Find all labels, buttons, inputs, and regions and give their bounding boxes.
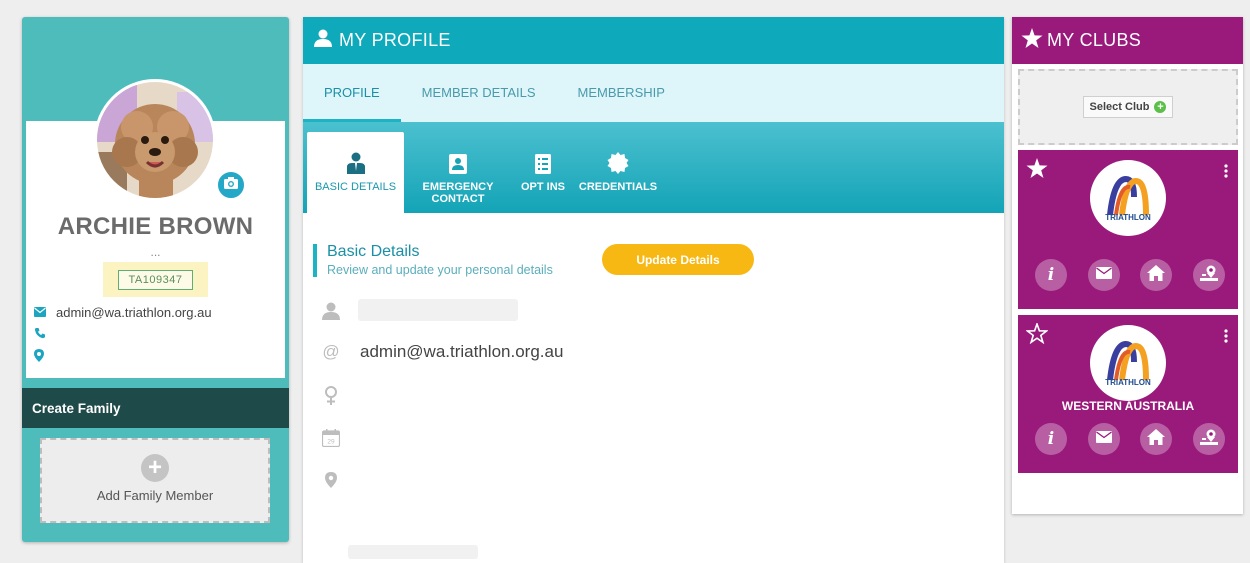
club-logo-text: TRIATHLON [1105, 212, 1151, 222]
subtab-emergency-contact[interactable]: EMERGENCY CONTACT [416, 132, 500, 213]
club-email-button[interactable] [1087, 259, 1120, 291]
tab-member-details[interactable]: MEMBER DETAILS [401, 64, 557, 122]
svg-text:29: 29 [327, 439, 335, 446]
info-icon: i [1047, 265, 1055, 285]
section-subtitle: Review and update your personal details [327, 263, 553, 277]
my-profile-header: MY PROFILE [303, 17, 1004, 64]
calendar-icon: 29 [319, 429, 343, 447]
change-photo-button[interactable] [215, 169, 247, 201]
triathlon-logo-icon [1107, 175, 1149, 215]
triathlon-logo-icon [1107, 340, 1149, 380]
member-id-highlight: TA109347 [103, 262, 208, 297]
member-id-badge: TA109347 [117, 269, 194, 290]
contact-email[interactable]: admin@wa.triathlon.org.au [56, 305, 212, 320]
address-field-row [319, 472, 360, 488]
profile-name: ARCHIE BROWN [57, 213, 254, 240]
gender-field-row [319, 386, 360, 406]
profile-subtabs: BASIC DETAILS EMERGENCY CONTACT OPT INS … [303, 122, 1004, 213]
profile-tabs: PROFILE MEMBER DETAILS MEMBERSHIP [303, 64, 1004, 122]
seal-badge-icon [576, 144, 660, 174]
select-club-area: Select Club + [1018, 69, 1238, 145]
tab-profile[interactable]: PROFILE [303, 64, 401, 122]
tab-membership[interactable]: MEMBERSHIP [557, 64, 686, 122]
map-pin-icon [1199, 429, 1218, 450]
club-logo: TRIATHLON [1090, 160, 1166, 236]
subtab-credentials[interactable]: CREDENTIALS [576, 132, 660, 213]
home-icon [1147, 264, 1166, 286]
my-clubs-header: MY CLUBS [1012, 17, 1243, 64]
contact-card-icon [416, 144, 500, 174]
section-accent-bar [313, 244, 317, 277]
subtab-opt-ins[interactable]: OPT INS [515, 132, 571, 213]
blurred-footer-field [348, 545, 478, 559]
select-club-label: Select Club [1089, 101, 1150, 113]
favorite-star-outline-icon[interactable] [1025, 321, 1049, 349]
club-name: WESTERN AUSTRALIA [1061, 399, 1195, 413]
email-field-row: @ admin@wa.triathlon.org.au [319, 342, 563, 362]
location-pin-icon [34, 349, 54, 365]
envelope-icon [1095, 266, 1112, 284]
name-field-row [319, 302, 360, 320]
profile-name-subtext: ... [150, 245, 161, 259]
club-location-button[interactable] [1192, 423, 1225, 455]
club-location-button[interactable] [1192, 259, 1225, 291]
club-email-button[interactable] [1087, 423, 1120, 455]
envelope-icon [34, 305, 56, 320]
subtab-emergency-contact-label: EMERGENCY CONTACT [422, 181, 494, 205]
page: ARCHIE BROWN ... TA109347 admin@wa.triat… [0, 0, 1250, 563]
favorite-star-icon[interactable] [1026, 158, 1048, 184]
star-icon [1021, 27, 1043, 54]
info-icon: i [1047, 429, 1055, 449]
subtab-credentials-label: CREDENTIALS [578, 181, 658, 193]
more-options-icon[interactable] [1224, 329, 1228, 348]
create-family-header: Create Family [22, 388, 289, 428]
add-family-member-label: Add Family Member [96, 488, 214, 503]
map-pin-icon [1199, 265, 1218, 286]
club-card: TRIATHLON i [1018, 150, 1238, 309]
at-sign-icon: @ [322, 342, 340, 361]
contact-location-row [34, 349, 54, 365]
plus-circle-icon: + [141, 454, 169, 482]
my-clubs-panel: MY CLUBS Select Club + TRIATHLON i TRIAT… [1012, 17, 1243, 514]
contact-phone-row [34, 327, 56, 342]
checklist-icon [515, 144, 571, 174]
location-pin-icon [319, 472, 343, 488]
club-home-button[interactable] [1140, 423, 1173, 455]
avatar [94, 79, 216, 201]
club-logo: TRIATHLON [1090, 325, 1166, 401]
section-title: Basic Details [327, 243, 420, 260]
avatar-image [97, 82, 213, 198]
email-field-value: admin@wa.triathlon.org.au [360, 342, 564, 361]
profile-card: ARCHIE BROWN ... TA109347 admin@wa.triat… [22, 17, 289, 542]
plus-circle-icon: + [1154, 101, 1167, 113]
update-details-button[interactable]: Update Details [602, 244, 754, 275]
subtab-basic-details-label: BASIC DETAILS [314, 181, 397, 193]
club-card: TRIATHLON WESTERN AUSTRALIA i [1018, 315, 1238, 473]
my-clubs-title: MY CLUBS [1047, 30, 1142, 50]
home-icon [1147, 428, 1166, 450]
select-club-button[interactable]: Select Club + [1082, 96, 1174, 118]
blurred-name-field [358, 299, 518, 321]
club-actions: i [1035, 259, 1225, 291]
club-home-button[interactable] [1140, 259, 1173, 291]
phone-icon [34, 327, 56, 342]
add-family-member-button[interactable]: + Add Family Member [40, 438, 270, 523]
my-profile-title: MY PROFILE [339, 30, 451, 50]
female-icon [319, 386, 343, 406]
person-icon [319, 302, 343, 320]
more-options-icon[interactable] [1224, 164, 1228, 183]
person-badge-icon [307, 144, 404, 174]
subtab-basic-details[interactable]: BASIC DETAILS [307, 132, 404, 213]
subtab-opt-ins-label: OPT INS [520, 181, 565, 193]
club-actions: i [1035, 423, 1225, 455]
camera-icon [224, 176, 238, 194]
club-logo-text: TRIATHLON [1105, 377, 1151, 387]
envelope-icon [1095, 430, 1112, 448]
user-icon [313, 29, 333, 52]
my-profile-panel: MY PROFILE PROFILE MEMBER DETAILS MEMBER… [303, 17, 1004, 563]
dob-field-row: 29 [319, 429, 360, 447]
club-info-button[interactable]: i [1035, 423, 1067, 455]
contact-email-row: admin@wa.triathlon.org.au [34, 305, 212, 320]
club-info-button[interactable]: i [1035, 259, 1067, 291]
